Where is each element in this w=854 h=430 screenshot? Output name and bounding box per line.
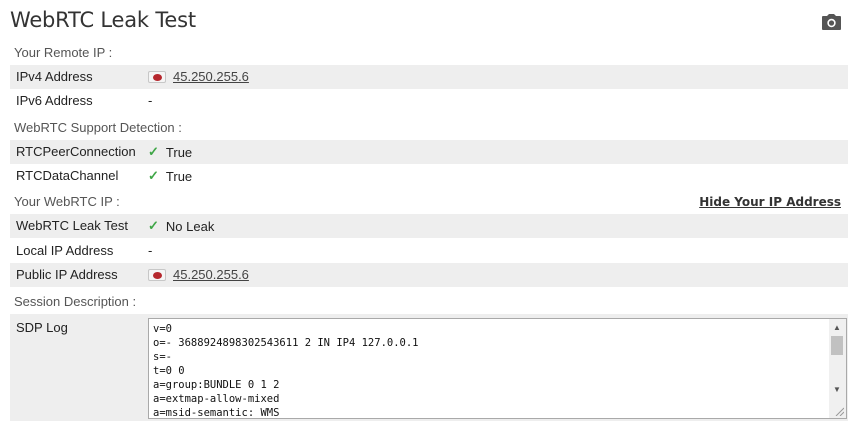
ipv4-label: IPv4 Address (16, 69, 93, 84)
leak-value: No Leak (165, 218, 215, 234)
local-value: - (148, 243, 153, 258)
scroll-up-icon[interactable]: ▲ (833, 323, 841, 332)
section-remote-ip: Your Remote IP : (14, 45, 113, 60)
sdp-label: SDP Log (16, 320, 68, 335)
row-ipv6: IPv6 Address - (10, 89, 848, 113)
scroll-thumb[interactable] (831, 336, 843, 355)
row-local-ip: Local IP Address - (10, 239, 848, 263)
scroll-down-icon[interactable]: ▼ (833, 385, 841, 394)
leak-label: WebRTC Leak Test (16, 218, 128, 233)
rtcdc-label: RTCDataChannel (16, 168, 119, 183)
row-sdp-log: SDP Log v=0 o=- 3688924898302543611 2 IN… (10, 314, 848, 421)
rtcpc-value: True (165, 144, 193, 160)
public-value-link[interactable]: 45.250.255.6 (173, 267, 249, 282)
ipv4-value-link[interactable]: 45.250.255.6 (173, 69, 249, 84)
row-leak-test: WebRTC Leak Test ✓ No Leak (10, 214, 848, 238)
ipv6-label: IPv6 Address (16, 93, 93, 108)
flag-icon (148, 70, 166, 83)
section-session: Session Description : (14, 294, 137, 309)
rtcdc-value: True (165, 168, 193, 184)
page-title: WebRTC Leak Test (10, 8, 196, 32)
check-icon: ✓ (148, 218, 159, 233)
sdp-textarea[interactable]: v=0 o=- 3688924898302543611 2 IN IP4 127… (148, 318, 847, 419)
public-label: Public IP Address (16, 267, 118, 282)
check-icon: ✓ (148, 168, 159, 183)
rtcpc-label: RTCPeerConnection (16, 144, 136, 159)
hide-ip-link[interactable]: Hide Your IP Address (699, 195, 841, 209)
row-ipv4: IPv4 Address 45.250.255.6 (10, 65, 848, 89)
local-label: Local IP Address (16, 243, 114, 258)
section-webrtc-ip: Your WebRTC IP : (14, 194, 120, 209)
sdp-text: v=0 o=- 3688924898302543611 2 IN IP4 127… (153, 323, 419, 419)
row-rtcpeerconnection: RTCPeerConnection ✓ True (10, 140, 848, 164)
sdp-scrollbar[interactable]: ▲ ▼ (829, 319, 846, 418)
check-icon: ✓ (148, 144, 159, 159)
resize-grip-icon[interactable] (834, 406, 844, 416)
row-rtcdatachannel: RTCDataChannel ✓ True (10, 164, 848, 188)
row-public-ip: Public IP Address 45.250.255.6 (10, 263, 848, 287)
section-support: WebRTC Support Detection : (14, 120, 182, 135)
flag-icon (148, 268, 166, 281)
camera-icon[interactable] (821, 13, 842, 31)
ipv6-value: - (148, 93, 153, 108)
